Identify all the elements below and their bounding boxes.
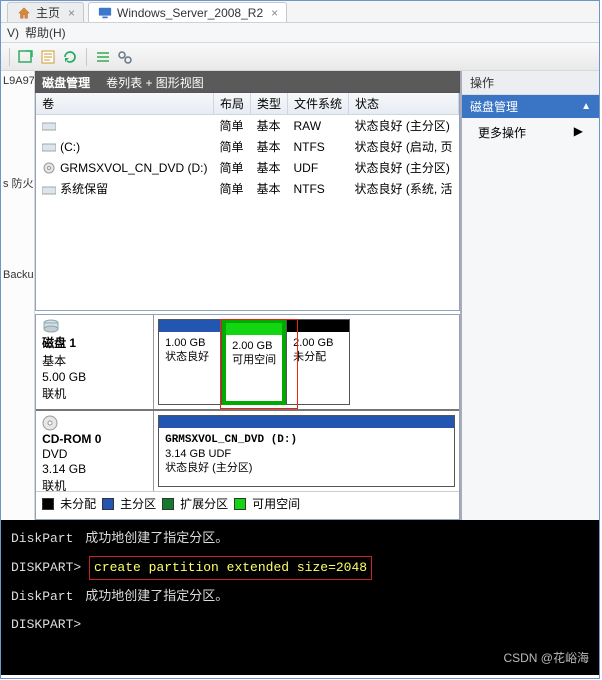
tab-vm[interactable]: Windows_Server_2008_R2 × — [88, 2, 287, 22]
tab-vm-label: Windows_Server_2008_R2 — [117, 6, 263, 20]
close-icon[interactable]: × — [271, 6, 278, 20]
volume-icon — [42, 120, 56, 132]
menu-v[interactable]: V) — [7, 26, 19, 40]
disk-row: 磁盘 1 基本 5.00 GB 联机 1.00 GB状态良好2.00 GB可用空… — [36, 315, 459, 411]
list-icon[interactable] — [95, 49, 111, 65]
cd-line3: 状态良好 (主分区) — [165, 462, 252, 474]
volume-list-panel: 卷 布局 类型 文件系统 状态 简单基本RAW状态良好 (主分区)(C:)简单基… — [35, 93, 460, 311]
table-row[interactable]: (C:)简单基本NTFS状态良好 (启动, 页 — [36, 136, 458, 157]
actions-blue: 磁盘管理 ▲ — [462, 95, 599, 118]
cdrom-row: CD-ROM 0 DVD 3.14 GB 联机 GRMSXVOL_CN_DVD … — [36, 411, 459, 491]
col-status[interactable]: 状态 — [349, 93, 459, 115]
disk-cap: 5.00 GB — [42, 370, 147, 384]
refresh-icon[interactable] — [62, 49, 78, 65]
disk-info[interactable]: 磁盘 1 基本 5.00 GB 联机 — [36, 315, 154, 409]
properties-icon[interactable] — [40, 49, 56, 65]
volume-icon — [42, 141, 56, 153]
cdrom-cap: 3.14 GB — [42, 462, 147, 476]
disk-title: 磁盘 1 — [42, 334, 147, 351]
table-row[interactable]: GRMSXVOL_CN_DVD (D:)简单基本UDF状态良好 (主分区) — [36, 157, 458, 178]
partition-box[interactable]: 2.00 GB未分配 — [286, 319, 350, 405]
volume-icon — [42, 184, 56, 196]
partition-box[interactable]: 1.00 GB状态良好 — [158, 319, 222, 405]
partition-box[interactable]: 2.00 GB可用空间 — [222, 319, 286, 405]
left-tree: L9A97EF s 防火 Backup — [1, 71, 35, 520]
close-icon[interactable]: × — [68, 6, 75, 20]
actions-header: 操作 — [462, 71, 599, 95]
monitor-icon — [97, 5, 113, 21]
disk-icon — [42, 319, 147, 333]
menu-bar: V) 帮助(H) — [1, 23, 599, 43]
chevron-up-icon[interactable]: ▲ — [581, 101, 591, 112]
vm-tab-bar: 主页 × Windows_Server_2008_R2 × — [1, 1, 599, 23]
more-actions[interactable]: 更多操作 — [478, 126, 526, 140]
new-window-icon[interactable] — [18, 49, 34, 65]
col-type[interactable]: 类型 — [250, 93, 287, 115]
cdrom-partition[interactable]: GRMSXVOL_CN_DVD (D:) 3.14 GB UDF 状态良好 (主… — [158, 415, 455, 487]
legend-primary: 主分区 — [120, 495, 156, 512]
legend-unalloc: 未分配 — [60, 495, 96, 512]
home-icon — [16, 5, 32, 21]
graphic-panel: 磁盘 1 基本 5.00 GB 联机 1.00 GB状态良好2.00 GB可用空… — [35, 314, 460, 520]
tab-home[interactable]: 主页 × — [7, 2, 84, 22]
col-vol[interactable]: 卷 — [36, 93, 213, 115]
console-text: 成功地创建了指定分区。 — [85, 531, 228, 546]
watermark: CSDN @花峪海 — [503, 647, 589, 669]
settings-icon[interactable] — [117, 49, 133, 65]
cd-line2: 3.14 GB UDF — [165, 448, 231, 460]
legend: 未分配 主分区 扩展分区 可用空间 — [36, 491, 459, 515]
chevron-right-icon: ▶ — [574, 124, 583, 138]
disk-state: 联机 — [42, 385, 147, 402]
col-fs[interactable]: 文件系统 — [287, 93, 348, 115]
prompt: DISKPART> — [11, 560, 81, 575]
cdrom-kind: DVD — [42, 447, 147, 461]
prompt: DISKPART> — [11, 617, 81, 632]
tree-node[interactable]: L9A97EF — [3, 75, 32, 87]
legend-extended: 扩展分区 — [180, 495, 228, 512]
table-row[interactable]: 系统保留简单基本NTFS状态良好 (系统, 活 — [36, 178, 458, 199]
command-highlight: create partition extended size=2048 — [89, 556, 372, 580]
menu-help[interactable]: 帮助(H) — [25, 24, 66, 41]
tab-home-label: 主页 — [36, 4, 60, 21]
header-title: 磁盘管理 — [42, 74, 90, 91]
tree-node[interactable]: Backup — [3, 269, 32, 281]
header-sub: 卷列表 + 图形视图 — [106, 74, 204, 91]
volume-icon — [42, 162, 56, 174]
console-text: 成功地创建了指定分区。 — [85, 589, 228, 604]
actions-pane: 操作 磁盘管理 ▲ 更多操作 ▶ — [461, 71, 599, 520]
mmc-toolbar — [1, 43, 599, 71]
console-text: DiskPart — [11, 589, 73, 604]
command-text: create partition extended size=2048 — [94, 560, 367, 575]
legend-free: 可用空间 — [252, 495, 300, 512]
disc-icon — [42, 415, 147, 431]
tree-node[interactable]: s 防火 — [3, 175, 32, 191]
disk-kind: 基本 — [42, 352, 147, 369]
cdrom-info[interactable]: CD-ROM 0 DVD 3.14 GB 联机 — [36, 411, 154, 491]
table-row[interactable]: 简单基本RAW状态良好 (主分区) — [36, 115, 458, 137]
diskpart-console[interactable]: DiskPart 成功地创建了指定分区。 DISKPART> create pa… — [1, 520, 599, 675]
cdrom-title: CD-ROM 0 — [42, 432, 147, 446]
volume-table: 卷 布局 类型 文件系统 状态 简单基本RAW状态良好 (主分区)(C:)简单基… — [36, 93, 459, 199]
col-layout[interactable]: 布局 — [213, 93, 250, 115]
cd-label: GRMSXVOL_CN_DVD (D:) — [165, 434, 297, 446]
actions-blue-label: 磁盘管理 — [470, 98, 518, 115]
console-text: DiskPart — [11, 531, 73, 546]
disk-mgmt-header: 磁盘管理 卷列表 + 图形视图 — [35, 71, 460, 93]
